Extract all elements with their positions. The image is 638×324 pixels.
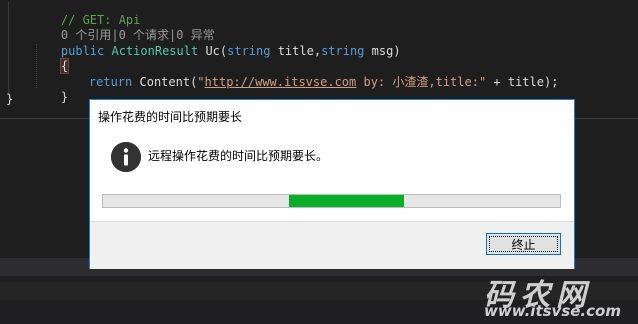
stop-button[interactable]: 终止 xyxy=(486,233,561,255)
progress-bar-fill xyxy=(289,195,404,207)
watermark-url: www.itsvse.com xyxy=(484,302,621,320)
progress-bar xyxy=(102,194,561,208)
dialog-title: 操作花费的时间比预期要长 xyxy=(98,110,243,124)
code-url-link[interactable]: http://www.itsvse.com xyxy=(205,75,357,89)
code-line-close-class: } xyxy=(6,92,14,106)
progress-dialog: 操作花费的时间比预期要长 远程操作花费的时间比预期要长。 终止 xyxy=(89,99,575,269)
code-line-close-brace: } xyxy=(60,89,69,104)
code-editor: // GET: Api 0 个引用|0 个请求|0 异常 public Acti… xyxy=(0,0,638,106)
outline-guide xyxy=(8,2,9,94)
dialog-footer: 终止 xyxy=(90,221,574,269)
info-icon xyxy=(111,142,141,172)
dialog-message: 远程操作花费的时间比预期要长。 xyxy=(148,149,329,163)
